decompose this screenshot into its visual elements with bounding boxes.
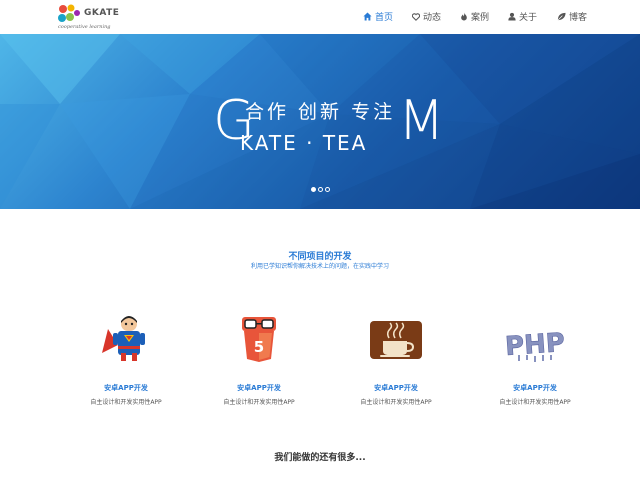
android-superman-icon [96,315,156,363]
services-subtitle: 利用已学知识帮你解决技术上的问题，在实践中学习 [250,263,389,270]
user-icon [508,12,516,21]
more-section-title: 我们能做的还有很多... [274,453,366,463]
service-card-title: 安卓APP开发 [237,384,281,392]
leaf-icon [557,12,566,21]
heart-icon [412,12,420,21]
nav-item-label: 动态 [423,13,442,23]
service-card[interactable]: PHP 安卓APP开发 自主设计和开发实用性APP [480,315,590,406]
nav-item-label: 关于 [519,13,538,23]
service-card[interactable]: 安卓APP开发 自主设计和开发实用性APP [341,315,451,406]
hero-banner[interactable]: G 合作 创新 专注 KATE · TEA M [0,34,640,209]
service-card-title: 安卓APP开发 [513,384,557,392]
banner-content: G 合作 创新 专注 KATE · TEA M [0,34,640,209]
service-card-desc: 自主设计和开发实用性APP [360,399,432,406]
html5-icon: 5 [229,315,289,363]
service-card-title: 安卓APP开发 [104,384,148,392]
java-coffee-icon [369,315,423,363]
carousel-indicators [311,187,332,192]
logo[interactable]: GKATE cooperative learning [57,4,120,32]
header: GKATE cooperative learning 首页 动态 案例 关于 博… [0,0,640,34]
logo-tagline: cooperative learning [58,24,111,30]
carousel-dot[interactable] [325,187,330,192]
nav-item-label: 案例 [471,13,490,23]
banner-slogan: 合作 创新 专注 [245,101,396,123]
banner-team-name: KATE · TEA [240,131,368,155]
nav-item-home[interactable]: 首页 [363,10,393,23]
carousel-dot[interactable] [318,187,323,192]
nav-item-label: 博客 [569,13,588,23]
service-card-desc: 自主设计和开发实用性APP [223,399,295,406]
nav-item-about[interactable]: 关于 [508,10,537,23]
nav-item-blog[interactable]: 博客 [557,10,587,23]
svg-text:5: 5 [254,338,264,356]
banner-letter-m: M [398,89,445,152]
service-card[interactable]: 安卓APP开发 自主设计和开发实用性APP [71,315,181,406]
service-card-title: 安卓APP开发 [374,384,418,392]
nav-item-news[interactable]: 动态 [412,10,441,23]
carousel-dot[interactable] [311,187,316,192]
nav-item-label: 首页 [375,13,394,23]
fire-icon [461,12,467,21]
service-card-desc: 自主设计和开发实用性APP [90,399,162,406]
logo-name: GKATE [84,8,120,18]
logo-mark-icon [58,4,80,22]
service-card[interactable]: 5 安卓APP开发 自主设计和开发实用性APP [204,315,314,406]
php-icon: PHP [504,315,566,363]
nav-item-cases[interactable]: 案例 [460,10,489,23]
service-card-desc: 自主设计和开发实用性APP [499,399,571,406]
home-icon [363,12,372,21]
